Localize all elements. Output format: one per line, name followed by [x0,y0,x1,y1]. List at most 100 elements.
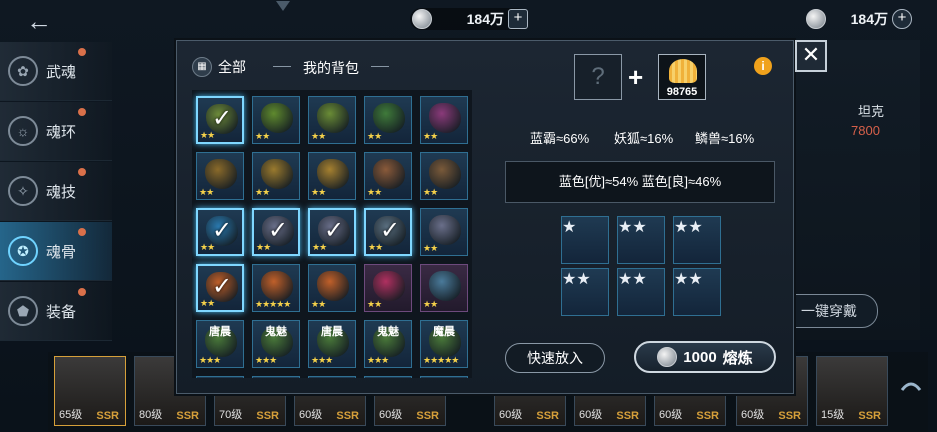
star-rating: ★★ [199,187,214,197]
soul-bone-slot[interactable]: ★★ [420,264,468,312]
checkmark-icon: ✓ [211,273,233,300]
star-rating: ★★★★★ [423,355,459,365]
soul-bone-slot[interactable]: ✓ ★★ [252,208,300,256]
soul-bone-slot[interactable]: ★★ [420,208,468,256]
nav-item-equipment[interactable]: ⬟ 装备 [0,282,112,341]
probability-item: 蓝霸≈66% [530,131,590,146]
soul-bone-slot[interactable] [364,376,412,378]
material-slot[interactable]: 98765 [658,54,706,100]
soul-bone-slot[interactable]: ★★ [252,96,300,144]
soul-bone-icon [261,271,293,301]
hero-level: 60级 [499,409,523,421]
soul-bone-slot[interactable] [308,376,356,378]
soul-bone-slot[interactable]: 鬼魅 ★★★ [252,320,300,368]
one-key-equip-button[interactable]: 一键穿戴 [780,294,878,328]
soul-bone-icon [261,159,293,189]
star-rating: ★★ [200,130,215,140]
soul-bone-icon [373,103,405,133]
star-rating: ★★★ [367,355,389,365]
soul-bone-slot[interactable]: 鬼魅 ★★★ [364,320,412,368]
soul-bone-slot[interactable]: ★★ [561,268,609,316]
star-rating: ★★★ [199,355,221,365]
info-icon[interactable]: i [754,57,772,75]
smelt-label: 熔炼 [722,349,753,367]
star-rating: ★★ [367,187,382,197]
soul-bone-icon [429,271,461,301]
soul-bone-slot[interactable]: ✓ ★★ [308,208,356,256]
soul-bone-slot[interactable]: 唐晨 ★★★ [308,320,356,368]
checkmark-icon: ✓ [379,217,401,244]
soul-bone-icon [317,103,349,133]
nav-item-soul-skill[interactable]: ✧ 魂技 [0,162,112,221]
bag-grid: ✓ ★★ ★★ ★★ ★★ ★★ ★★ ★★ ★★ ★★ ★★ ✓ ★★ ✓ ★★ ✓ ★★ ✓ ★★ ★★ ✓ ★★ ★★… [192,90,472,378]
soul-bone-slot[interactable]: ★★ [617,216,665,264]
question-mark: ? [591,63,605,90]
soul-bone-icon [317,271,349,301]
expand-icon[interactable] [900,378,922,392]
soul-bone-slot[interactable]: 魔晨 ★★★★★ [420,320,468,368]
hero-rarity: SSR [616,410,639,422]
soul-bone-slot[interactable]: ★★ [364,96,412,144]
soul-bone-slot[interactable]: ★★ [196,152,244,200]
star-rating: ★★ [423,131,438,141]
star-rating: ★★ [200,242,215,252]
soul-bone-slot[interactable]: ★★ [673,216,721,264]
add-currency-button[interactable]: + [508,9,528,29]
soul-bone-slot[interactable]: ✓ ★★ [196,208,244,256]
soul-bone-icon [373,159,405,189]
star-rating: ★★ [255,187,270,197]
soul-bone-slot[interactable]: ★★ [420,152,468,200]
hero-rarity: SSR [858,410,881,422]
soul-bone-slot[interactable]: ★★ [420,96,468,144]
add-currency-button[interactable]: + [892,9,912,29]
quick-put-button[interactable]: 快速放入 [505,343,605,373]
nav-item-martial-soul[interactable]: ✿ 武魂 [0,42,112,101]
soul-bone-icon [261,103,293,133]
nav-label: 魂技 [46,183,77,201]
close-icon: ✕ [801,42,821,67]
soul-bone-slot[interactable] [420,376,468,378]
soul-bone-slot[interactable]: ✓ ★★ [196,96,244,144]
soul-bone-slot[interactable]: ★★ [252,152,300,200]
soul-bone-slot[interactable]: ★★★★★ [252,264,300,312]
nav-label: 魂骨 [46,243,77,261]
soul-bone-slot[interactable]: ★★ [364,152,412,200]
soul-bone-slot[interactable]: ★ [561,216,609,264]
soul-bone-slot[interactable]: ✓ ★★ [364,208,412,256]
nav-item-soul-bone[interactable]: ✪ 魂骨 [0,222,112,281]
arrow-left-icon: ← [26,6,52,36]
nav-item-soul-ring[interactable]: ☼ 魂环 [0,102,112,161]
hero-rarity: SSR [416,410,439,422]
plus-icon: + [628,62,644,92]
star-rating: ★★ [423,299,438,309]
star-rating: ★★ [311,131,326,141]
soul-bone-slot[interactable]: ★★ [308,96,356,144]
probability-item: 妖狐≈16% [614,131,674,146]
star-rating: ★ [562,219,577,236]
hero-card[interactable]: 65级 SSR [54,356,126,426]
soul-bone-slot[interactable]: ✓ ★★ [196,264,244,312]
hero-card[interactable]: 15级 SSR [816,356,888,426]
star-rating: ★★ [423,243,438,253]
soul-bone-slot[interactable]: ★★ [673,268,721,316]
close-button[interactable]: ✕ [795,40,827,72]
power-value: 7800 [851,123,880,138]
soul-bone-slot[interactable] [252,376,300,378]
soul-bone-slot[interactable] [196,376,244,378]
quality-result: 蓝色[优]≈54% 蓝色[良]≈46% [505,161,775,203]
soul-bone-slot[interactable]: ★★ [308,264,356,312]
soul-bone-slot[interactable]: ★★ [308,152,356,200]
filter-all-button[interactable]: ▦ 全部 [192,57,246,77]
hero-level: 60级 [741,409,765,421]
soul-bone-slot[interactable]: ★★ [364,264,412,312]
input-slot[interactable]: ? [574,54,622,100]
back-button[interactable]: ← [24,8,54,36]
hero-rarity: SSR [696,410,719,422]
smelt-button[interactable]: 1000 熔炼 [634,341,776,373]
hero-level: 65级 [59,409,83,421]
soul-bone-icon [205,159,237,189]
star-rating: ★★ [311,187,326,197]
soul-bone-slot[interactable]: 唐晨 ★★★ [196,320,244,368]
soul-bone-slot[interactable]: ★★ [617,268,665,316]
currency-value: 184万 [466,11,504,27]
